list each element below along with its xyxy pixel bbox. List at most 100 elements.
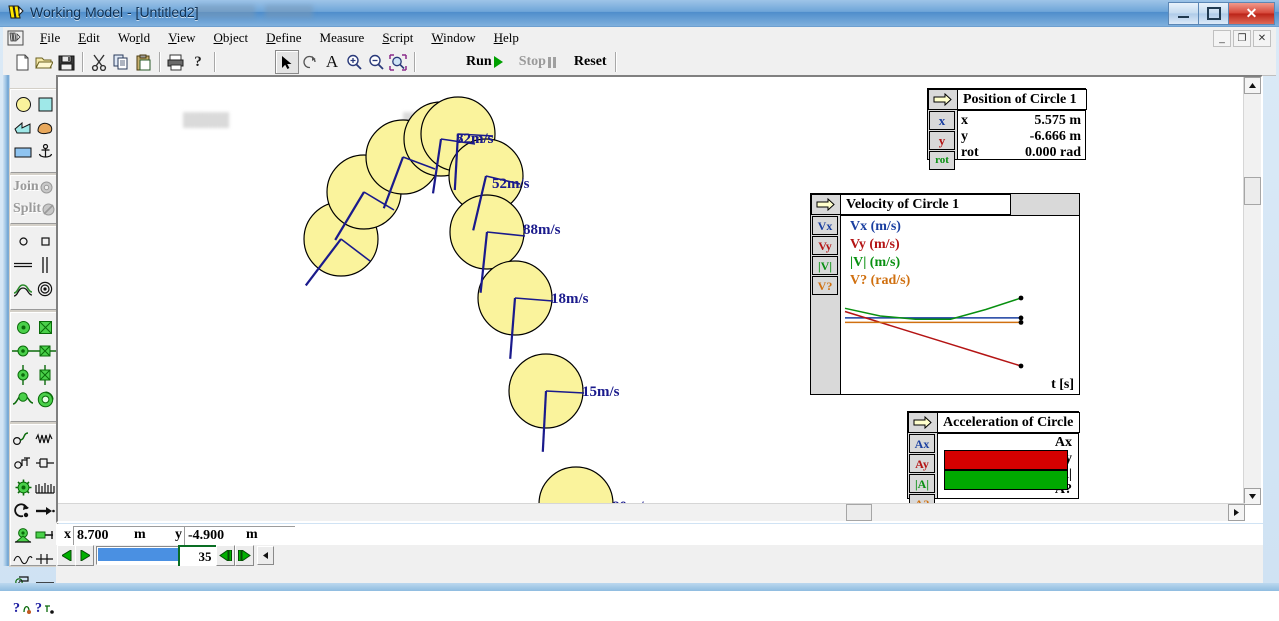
spring-damper-tool-button[interactable] — [34, 427, 56, 451]
velocity-graph-panel[interactable]: Velocity of Circle 1 Vx Vy |V| V? Vx (m/… — [810, 193, 1080, 395]
circular-joint-tool-button[interactable] — [34, 387, 56, 411]
menu-script[interactable]: Script — [373, 28, 422, 48]
position-measurement-panel[interactable]: Position of Circle 1 x y rot x 5.575 m y… — [927, 88, 1087, 170]
step-forward-button[interactable] — [75, 545, 94, 566]
velocity-vtheta-toggle[interactable]: V? — [812, 276, 838, 295]
maximize-button[interactable] — [1198, 2, 1228, 25]
text-tool-button[interactable]: A — [321, 51, 343, 73]
gear-tool-button[interactable] — [12, 475, 34, 499]
control-dot-tool-button[interactable]: ? — [34, 595, 56, 619]
square-point-tool-button[interactable] — [34, 229, 56, 253]
copy-button[interactable] — [110, 51, 132, 73]
position-x-toggle[interactable]: x — [929, 111, 955, 130]
skip-back-button[interactable] — [216, 545, 235, 566]
simulation-circle[interactable] — [538, 466, 614, 505]
square-slot-joint-tool-button[interactable] — [34, 339, 56, 363]
new-button[interactable] — [11, 51, 33, 73]
menu-measure[interactable]: Measure — [311, 28, 374, 48]
velocity-vy-toggle[interactable]: Vy — [812, 236, 838, 255]
gear-train-tool-button[interactable] — [34, 475, 56, 499]
rotational-spring-tool-button[interactable] — [12, 547, 34, 571]
simulation-canvas[interactable]: █████ ███ 72m/s82m/s52m/s88m/s18m/s15m/s… — [58, 77, 1245, 505]
vertical-scroll-thumb[interactable] — [1244, 177, 1261, 205]
scroll-down-button[interactable] — [1244, 488, 1261, 505]
print-button[interactable] — [165, 51, 187, 73]
canvas-vertical-scrollbar[interactable] — [1243, 77, 1261, 505]
menu-help[interactable]: Help — [485, 28, 528, 48]
square-tool-button[interactable] — [34, 92, 56, 116]
menu-file[interactable]: File — [31, 28, 69, 48]
x-coordinate-field[interactable]: 8.700 — [73, 526, 184, 545]
reset-button[interactable]: Reset — [566, 54, 609, 70]
mdi-restore-button[interactable]: ❐ — [1233, 30, 1251, 47]
skip-forward-button[interactable] — [235, 545, 254, 566]
linear-actuator-tool-button[interactable] — [34, 523, 56, 547]
torque-tool-button[interactable] — [12, 499, 34, 523]
acceleration-ay-toggle[interactable]: Ay — [909, 454, 935, 473]
curved-joint-tool-button[interactable] — [12, 387, 34, 411]
scroll-up-button[interactable] — [1244, 77, 1261, 94]
capacitor-tool-button[interactable] — [34, 547, 56, 571]
acceleration-panel[interactable]: Acceleration of Circle Ax Ay |A| A? Ax A… — [907, 411, 1080, 505]
step-back-button[interactable] — [57, 545, 76, 566]
acceleration-amag-toggle[interactable]: |A| — [909, 474, 935, 493]
mdi-minimize-button[interactable]: _ — [1213, 30, 1231, 47]
circle-tool-button[interactable] — [12, 92, 34, 116]
stop-button[interactable]: Stop — [511, 54, 566, 70]
menu-edit[interactable]: Edit — [69, 28, 109, 48]
rope-tool-button[interactable] — [12, 427, 34, 451]
slot-tool-button[interactable] — [12, 253, 34, 277]
vertical-pin-joint-tool-button[interactable] — [12, 363, 34, 387]
damper-tool-button[interactable] — [34, 451, 56, 475]
motor-base-tool-button[interactable] — [12, 523, 34, 547]
save-button[interactable] — [55, 51, 77, 73]
mdi-close-button[interactable]: ✕ — [1253, 30, 1271, 47]
menu-window[interactable]: Window — [422, 28, 484, 48]
canvas-horizontal-scrollbar[interactable] — [58, 503, 1245, 521]
polygon-tool-button[interactable] — [12, 116, 34, 140]
zoom-in-tool-button[interactable] — [343, 51, 365, 73]
vertical-square-joint-tool-button[interactable] — [34, 363, 56, 387]
scroll-right-button[interactable] — [1228, 504, 1245, 521]
cut-button[interactable] — [88, 51, 110, 73]
menu-world[interactable]: World — [109, 28, 159, 48]
split-button[interactable]: Split — [11, 198, 57, 220]
zoom-window-tool-button[interactable] — [387, 51, 409, 73]
velocity-vx-toggle[interactable]: Vx — [812, 216, 838, 235]
curved-slot-tool-button[interactable] — [12, 277, 34, 301]
position-y-toggle[interactable]: y — [929, 131, 955, 150]
rotate-tool-button[interactable] — [299, 51, 321, 73]
paste-button[interactable] — [132, 51, 154, 73]
velocity-vmag-toggle[interactable]: |V| — [812, 256, 838, 275]
join-button[interactable]: Join — [11, 176, 57, 198]
menu-define[interactable]: Define — [257, 28, 310, 48]
point-element-tool-button[interactable] — [12, 229, 34, 253]
curved-polygon-tool-button[interactable] — [34, 116, 56, 140]
help-button[interactable]: ? — [187, 51, 209, 73]
acceleration-panel-expand-button[interactable] — [908, 412, 938, 433]
menu-object[interactable]: Object — [205, 28, 258, 48]
pin-joint-tool-button[interactable] — [12, 315, 34, 339]
horizontal-scroll-thumb[interactable] — [846, 504, 872, 521]
scroll-left-button[interactable] — [257, 546, 274, 565]
open-button[interactable] — [33, 51, 55, 73]
run-button[interactable]: Run — [458, 54, 511, 70]
control-point-tool-button[interactable]: ? — [12, 595, 34, 619]
square-joint-tool-button[interactable] — [34, 315, 56, 339]
pin-slot-joint-tool-button[interactable] — [12, 339, 34, 363]
zoom-out-tool-button[interactable] — [365, 51, 387, 73]
circular-slot-tool-button[interactable] — [34, 277, 56, 301]
close-button[interactable]: ✕ — [1228, 2, 1275, 25]
force-tool-button[interactable] — [34, 499, 56, 523]
minimize-button[interactable] — [1168, 2, 1198, 25]
acceleration-ax-toggle[interactable]: Ax — [909, 434, 935, 453]
anchor-tool-button[interactable] — [34, 140, 56, 164]
mdi-document-icon[interactable] — [7, 30, 24, 46]
rectangle-tool-button[interactable] — [12, 140, 34, 164]
vertical-slot-tool-button[interactable] — [34, 253, 56, 277]
velocity-panel-expand-button[interactable] — [811, 194, 841, 215]
select-tool-button[interactable] — [275, 50, 299, 74]
separator-tool-button[interactable] — [12, 451, 34, 475]
menu-view[interactable]: View — [159, 28, 204, 48]
y-coordinate-field[interactable]: -4.900 — [184, 526, 295, 545]
